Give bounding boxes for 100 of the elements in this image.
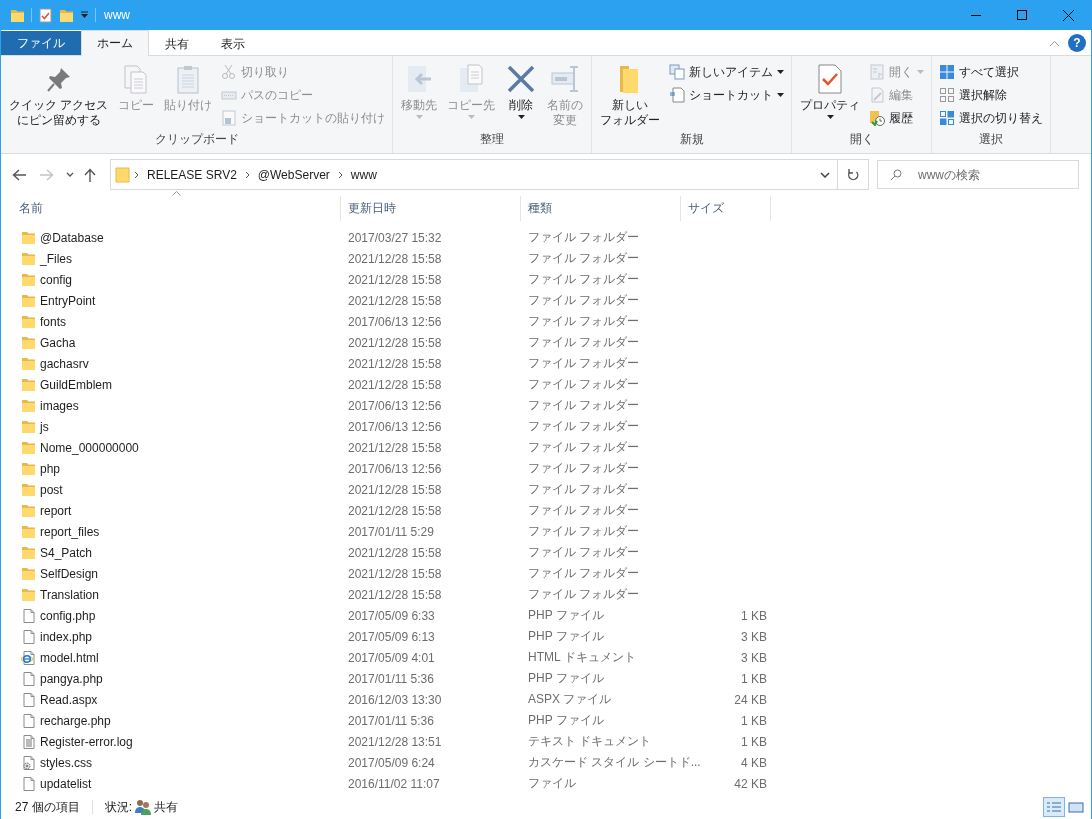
ribbon-button[interactable]: 履歴	[866, 107, 928, 129]
file-name[interactable]: report	[40, 503, 72, 518]
file-name[interactable]: pangya.php	[40, 671, 103, 686]
file-name[interactable]: images	[40, 398, 79, 413]
modified-date: 2017/01/11 5:36	[348, 713, 434, 728]
chevron-right-icon	[337, 170, 343, 179]
checklist-document-icon[interactable]	[38, 7, 53, 23]
file-type: ファイル フォルダー	[528, 566, 640, 580]
breadcrumb[interactable]: @WebServer	[253, 167, 334, 182]
ribbon-button[interactable]: ショートカット	[666, 84, 788, 106]
file-type: PHP ファイル	[528, 671, 604, 685]
modified-date: 2017/01/11 5:29	[348, 524, 434, 539]
ribbon-button[interactable]: すべて選択	[936, 61, 1047, 83]
file-type: ファイル フォルダー	[528, 251, 640, 265]
ribbon-tab[interactable]: ファイル	[1, 31, 81, 55]
ribbon-tab[interactable]: 表示	[205, 31, 261, 56]
document-icon	[21, 628, 37, 645]
caret-icon[interactable]	[80, 11, 89, 19]
file-type: PHP ファイル	[528, 629, 604, 643]
file-name[interactable]: S4_Patch	[40, 545, 93, 560]
file-size: 1 KB	[741, 671, 767, 686]
file-type: ファイル フォルダー	[528, 230, 640, 244]
file-name[interactable]: js	[40, 419, 49, 434]
ribbon-button[interactable]: 新しいアイテム	[666, 61, 788, 83]
folder-icon	[21, 418, 37, 435]
modified-date: 2021/12/28 15:58	[348, 545, 442, 560]
ribbon-button[interactable]: 選択の切り替え	[936, 107, 1047, 129]
share-status: 共有	[154, 798, 179, 816]
column-header[interactable]: 更新日時	[348, 200, 396, 217]
column-header[interactable]: 名前	[19, 200, 43, 217]
file-type: ファイル フォルダー	[528, 545, 640, 559]
file-name[interactable]: _Files	[40, 251, 72, 266]
file-name[interactable]: index.php	[40, 629, 93, 644]
file-name[interactable]: fonts	[40, 314, 66, 329]
ribbon-button[interactable]: クイック アクセス にピン留めする	[5, 59, 113, 128]
column-header[interactable]: サイズ	[688, 200, 724, 217]
file-name[interactable]: Register-error.log	[40, 734, 133, 749]
maximize-icon	[1017, 10, 1027, 20]
file-name[interactable]: post	[40, 482, 63, 497]
file-name[interactable]: SelfDesign	[40, 566, 99, 581]
file-name[interactable]: report_files	[40, 524, 100, 539]
modified-date: 2021/12/28 13:51	[348, 734, 442, 749]
file-name[interactable]: GuildEmblem	[40, 377, 113, 392]
help-button[interactable]: ?	[1068, 34, 1086, 52]
ribbon-tab[interactable]: 共有	[149, 31, 205, 56]
file-name[interactable]: model.html	[40, 650, 99, 665]
file-name[interactable]: config	[40, 272, 73, 287]
collapse-chevron-icon[interactable]	[1049, 39, 1060, 47]
file-name[interactable]: gachasrv	[40, 356, 89, 371]
file-type: ファイル フォルダー	[528, 272, 640, 286]
modified-date: 2021/12/28 15:58	[348, 272, 442, 287]
shortcut-icon	[669, 87, 686, 103]
folder-icon[interactable]	[59, 7, 74, 23]
grid-icon	[939, 64, 956, 80]
ribbon-button[interactable]: 選択解除	[936, 84, 1047, 106]
document-icon	[21, 712, 37, 729]
column-header[interactable]: 種類	[528, 200, 552, 217]
back-button[interactable]	[10, 166, 28, 183]
file-type: カスケード スタイル シートド...	[528, 755, 701, 769]
folder-icon	[21, 355, 37, 372]
modified-date: 2017/01/11 5:36	[348, 671, 434, 686]
file-name[interactable]: Gacha	[40, 335, 76, 350]
file-name[interactable]: updatelist	[40, 776, 92, 791]
chevron-down-icon[interactable]	[66, 172, 74, 177]
folder-icon	[21, 271, 37, 288]
file-type: ASPX ファイル	[528, 692, 612, 706]
breadcrumb[interactable]: www	[346, 167, 381, 182]
file-name[interactable]: Translation	[40, 587, 99, 602]
file-name[interactable]: config.php	[40, 608, 96, 623]
file-type: ファイル フォルダー	[528, 356, 640, 370]
search-field[interactable]: wwwの検索	[877, 160, 1079, 189]
file-name[interactable]: recharge.php	[40, 713, 111, 728]
view-toggle-button[interactable]	[1043, 797, 1065, 817]
ribbon-button[interactable]: プロパティ	[796, 59, 865, 122]
ribbon-tab[interactable]: ホーム	[81, 30, 149, 56]
modified-date: 2021/12/28 15:58	[348, 335, 442, 350]
file-name[interactable]: Read.aspx	[40, 692, 98, 707]
document-icon	[21, 670, 37, 687]
folder-icon	[115, 166, 130, 183]
file-name[interactable]: @Database	[40, 230, 104, 245]
file-name[interactable]: Nome_000000000	[40, 440, 139, 455]
file-name[interactable]: php	[40, 461, 61, 476]
ribbon-button[interactable]: 新しい フォルダー	[596, 59, 665, 128]
modified-date: 2017/05/09 4:01	[348, 650, 435, 665]
scissors-icon	[221, 64, 238, 80]
breadcrumb[interactable]: RELEASE SRV2	[143, 167, 241, 182]
ribbon-button[interactable]: 削除	[501, 59, 542, 122]
file-type: ファイル フォルダー	[528, 524, 640, 538]
modified-date: 2016/12/03 13:30	[348, 692, 442, 707]
file-name[interactable]: EntryPoint	[40, 293, 96, 308]
ribbon-group-label: 開く	[848, 131, 875, 148]
modified-date: 2017/06/13 12:56	[348, 398, 442, 413]
file-name[interactable]: styles.css	[40, 755, 92, 770]
details-view-icon	[1046, 801, 1062, 813]
up-arrow-icon[interactable]	[84, 167, 96, 182]
folder-icon	[21, 376, 37, 393]
folder-icon	[21, 292, 37, 309]
file-type: ファイル フォルダー	[528, 461, 640, 475]
file-type: ファイル フォルダー	[528, 482, 640, 496]
sort-ascending-icon	[172, 191, 181, 196]
